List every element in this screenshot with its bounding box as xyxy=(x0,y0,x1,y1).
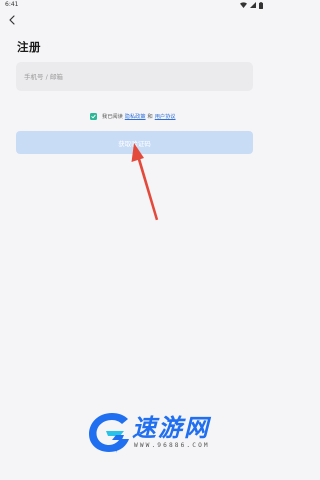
agreement-checkbox[interactable] xyxy=(90,113,97,120)
page-title: 注册 xyxy=(17,40,41,54)
watermark-title: 速游网 xyxy=(132,414,210,442)
account-field[interactable] xyxy=(16,62,253,91)
privacy-policy-link[interactable]: 隐私政策 xyxy=(125,113,146,120)
agreement-and: 和 xyxy=(147,114,153,120)
status-icons xyxy=(240,1,263,9)
user-agreement-link[interactable]: 用户协议 xyxy=(155,113,176,120)
agreement-row: 我已阅读 隐私政策 和 用户协议 xyxy=(90,112,176,121)
signal-icon xyxy=(250,2,256,8)
watermark: 速游网 WWW.96886.COM xyxy=(86,409,256,459)
chevron-left-icon xyxy=(9,15,15,25)
get-code-button[interactable]: 获取验证码 xyxy=(16,131,253,154)
status-time: 6:41 xyxy=(5,1,19,8)
battery-icon xyxy=(259,1,263,9)
account-input[interactable] xyxy=(16,62,253,91)
status-bar: 6:41 xyxy=(0,0,269,10)
back-button[interactable] xyxy=(5,13,19,27)
wifi-icon xyxy=(240,2,247,8)
watermark-domain: WWW.96886.COM xyxy=(134,442,210,449)
speedy-logo-icon xyxy=(89,413,129,453)
check-icon xyxy=(91,114,96,119)
agreement-prefix: 我已阅读 xyxy=(102,114,123,120)
